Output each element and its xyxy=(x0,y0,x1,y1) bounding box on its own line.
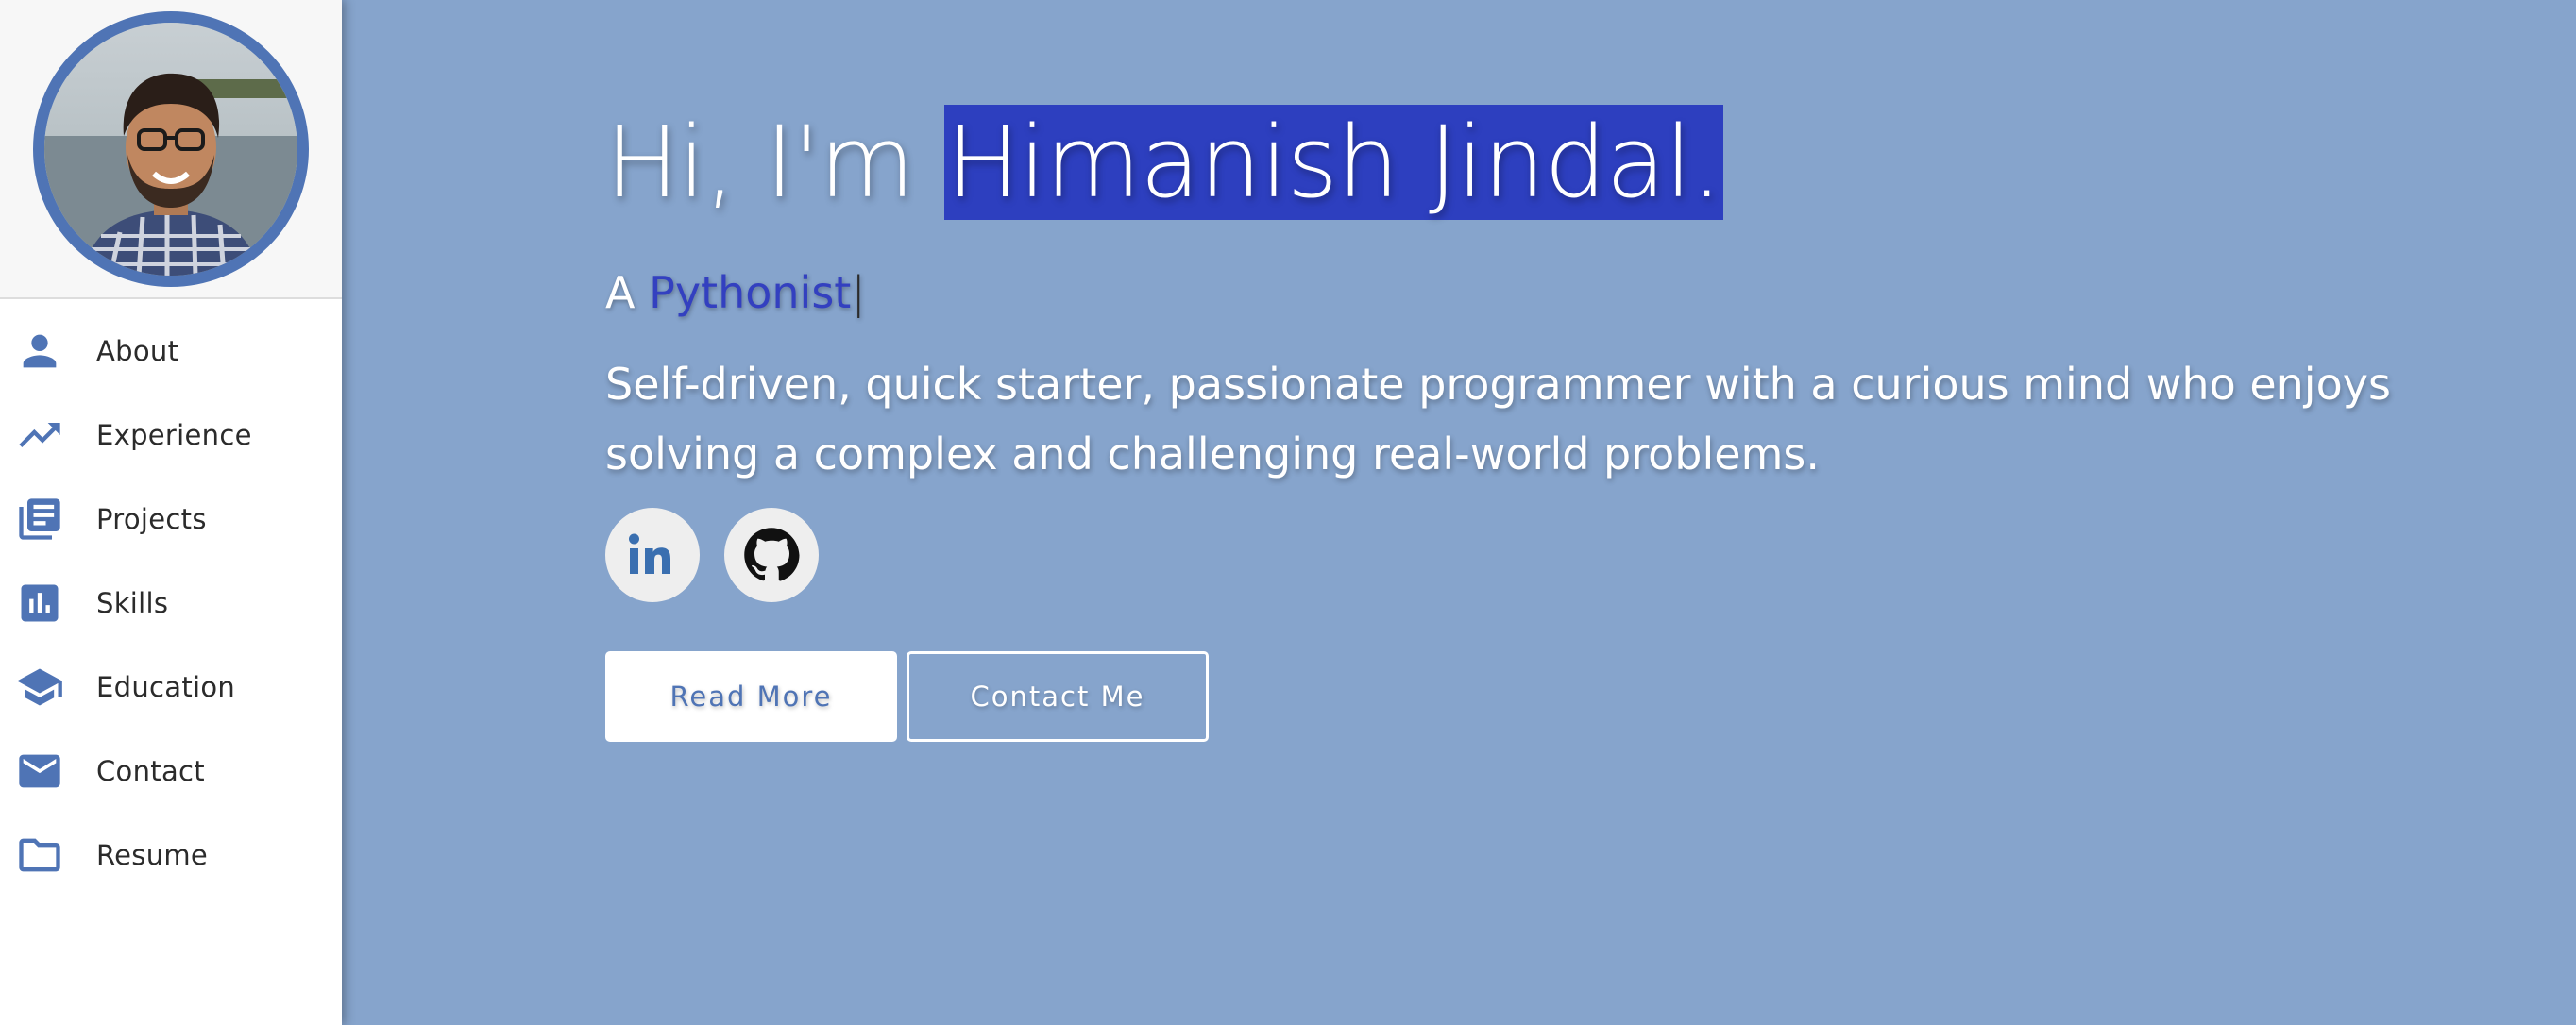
sidebar-item-skills[interactable]: Skills xyxy=(0,561,342,645)
school-icon xyxy=(15,663,64,712)
hero-content: Hi, I'm Himanish Jindal. A Pythonist| Se… xyxy=(605,102,2494,742)
github-icon xyxy=(744,528,800,581)
sidebar-item-about[interactable]: About xyxy=(0,309,342,393)
mail-icon xyxy=(15,747,64,796)
sidebar-item-label: Contact xyxy=(96,754,205,787)
hero-greeting: Hi, I'm xyxy=(605,105,944,220)
avatar-section xyxy=(0,0,342,299)
hero-buttons: Read More Contact Me xyxy=(605,651,2494,742)
hero-section: Hi, I'm Himanish Jindal. A Pythonist| Se… xyxy=(342,0,2576,1025)
sidebar-item-projects[interactable]: Projects xyxy=(0,477,342,561)
sidebar-item-experience[interactable]: Experience xyxy=(0,393,342,477)
page: About Experience Projects Skills Educati… xyxy=(0,0,2576,1025)
hero-intro: Self-driven, quick starter, passionate p… xyxy=(605,359,2391,479)
sidebar-item-label: About xyxy=(96,334,179,367)
avatar-photo xyxy=(44,22,297,276)
subtitle-prefix: A xyxy=(605,267,650,318)
sidebar-item-education[interactable]: Education xyxy=(0,645,342,729)
sidebar-item-label: Projects xyxy=(96,502,207,535)
sidebar-item-label: Experience xyxy=(96,418,252,451)
typing-cursor: | xyxy=(851,267,866,318)
hero-name: Himanish Jindal. xyxy=(943,105,1724,220)
contact-me-button[interactable]: Contact Me xyxy=(907,651,1209,742)
sidebar-nav: About Experience Projects Skills Educati… xyxy=(0,299,342,897)
subtitle-role: Pythonist xyxy=(649,267,852,318)
sidebar-item-contact[interactable]: Contact xyxy=(0,729,342,813)
social-links xyxy=(605,508,2494,602)
person-icon xyxy=(15,327,64,376)
linkedin-button[interactable] xyxy=(605,508,700,602)
read-more-button[interactable]: Read More xyxy=(605,651,897,742)
bar-chart-icon xyxy=(15,579,64,628)
library-books-icon xyxy=(15,495,64,544)
linkedin-icon xyxy=(629,533,670,574)
trending-up-icon xyxy=(15,411,64,460)
folder-icon xyxy=(15,831,64,880)
hero-subtitle: A Pythonist| xyxy=(605,264,2494,321)
sidebar: About Experience Projects Skills Educati… xyxy=(0,0,342,1025)
hero-headline: Hi, I'm Himanish Jindal. xyxy=(605,102,2494,223)
sidebar-item-label: Resume xyxy=(96,838,209,871)
sidebar-item-label: Skills xyxy=(96,586,169,619)
sidebar-item-resume[interactable]: Resume xyxy=(0,813,342,897)
sidebar-item-label: Education xyxy=(96,670,236,703)
github-button[interactable] xyxy=(724,508,819,602)
avatar xyxy=(33,10,309,287)
